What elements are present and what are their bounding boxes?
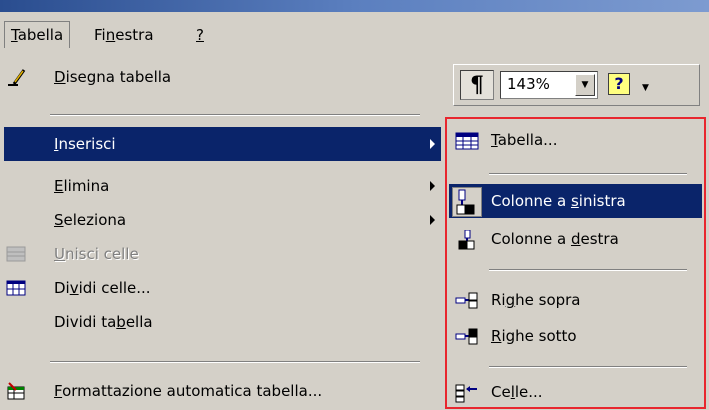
submenu-arrow-icon (430, 215, 435, 225)
menu-item-unisci-celle: Unisci celle (4, 237, 441, 271)
submenu-arrow-icon (430, 181, 435, 191)
submenu-separator (489, 269, 687, 271)
insert-cells-icon (455, 384, 477, 403)
submenu-item-colonne-a-destra[interactable]: Colonne a destra (449, 222, 702, 256)
insert-columns-left-icon (452, 187, 482, 217)
zoom-combobox[interactable]: 143% ▼ (500, 71, 598, 99)
submenu-item-label: Celle... (491, 383, 543, 401)
inserisci-submenu: Tabella... Colonne a sinistra Colonne a … (445, 117, 706, 409)
menu-item-disegna-tabella[interactable]: Disegna tabella (4, 60, 441, 94)
submenu-item-label: Tabella... (491, 131, 558, 149)
menu-item-inserisci[interactable]: Inserisci (4, 127, 441, 161)
insert-rows-below-icon (455, 328, 478, 345)
formatting-toolbar: ¶ 143% ▼ ? ▼ (443, 54, 709, 118)
menu-item-label: Disegna tabella (54, 68, 172, 86)
zoom-value: 143% (507, 75, 550, 93)
help-icon: ? (608, 73, 630, 95)
insert-rows-above-icon (455, 292, 478, 309)
menu-item-dividi-celle[interactable]: Dividi celle... (4, 271, 441, 305)
submenu-arrow-icon (430, 139, 435, 149)
window-title-bar (0, 0, 709, 12)
menu-finestra[interactable]: Finestra (88, 22, 160, 48)
split-cells-icon (6, 280, 26, 296)
menu-item-formattazione-automatica[interactable]: Formattazione automatica tabella... (4, 374, 441, 408)
insert-columns-right-icon (458, 230, 475, 250)
submenu-item-label: Colonne a destra (491, 230, 619, 248)
submenu-item-colonne-a-sinistra[interactable]: Colonne a sinistra (449, 184, 702, 218)
submenu-separator (489, 366, 687, 368)
tabella-menu: Disegna tabella Inserisci Elimina Selezi… (0, 54, 443, 410)
menu-bar: Tabella Finestra ? (0, 12, 709, 55)
submenu-item-label: Righe sotto (491, 327, 577, 345)
menu-item-label: Unisci celle (54, 245, 139, 263)
menu-item-label: Dividi tabella (54, 313, 153, 331)
toolbar-options-icon[interactable]: ▼ (642, 83, 649, 93)
zoom-dropdown-button[interactable]: ▼ (575, 74, 595, 96)
menu-item-label: Inserisci (54, 135, 116, 153)
menu-item-elimina[interactable]: Elimina (4, 169, 441, 203)
toolbar-group: ¶ 143% ▼ ? ▼ (453, 64, 700, 106)
submenu-item-label: Colonne a sinistra (491, 192, 626, 210)
menu-item-label: Seleziona (54, 211, 127, 229)
merge-cells-icon (6, 246, 26, 262)
submenu-item-righe-sotto[interactable]: Righe sotto (449, 319, 702, 353)
submenu-item-label: Righe sopra (491, 291, 581, 309)
menu-item-dividi-tabella[interactable]: Dividi tabella (4, 305, 441, 339)
pencil-icon (8, 69, 26, 86)
table-icon (455, 132, 479, 150)
menu-item-seleziona[interactable]: Seleziona (4, 203, 441, 237)
show-formatting-button[interactable]: ¶ (460, 70, 494, 100)
menu-help[interactable]: ? (190, 22, 210, 48)
autoformat-icon (7, 382, 25, 400)
submenu-separator (489, 173, 687, 175)
menu-tabella[interactable]: Tabella (4, 21, 71, 48)
submenu-item-tabella[interactable]: Tabella... (449, 123, 702, 157)
submenu-item-righe-sopra[interactable]: Righe sopra (449, 283, 702, 317)
help-button[interactable]: ? (604, 69, 634, 99)
menu-separator (50, 361, 420, 363)
submenu-item-celle[interactable]: Celle... (449, 375, 702, 409)
menu-item-label: Elimina (54, 177, 110, 195)
menu-item-label: Formattazione automatica tabella... (54, 382, 323, 400)
menu-item-label: Dividi celle... (54, 279, 151, 297)
menu-separator (50, 114, 420, 116)
